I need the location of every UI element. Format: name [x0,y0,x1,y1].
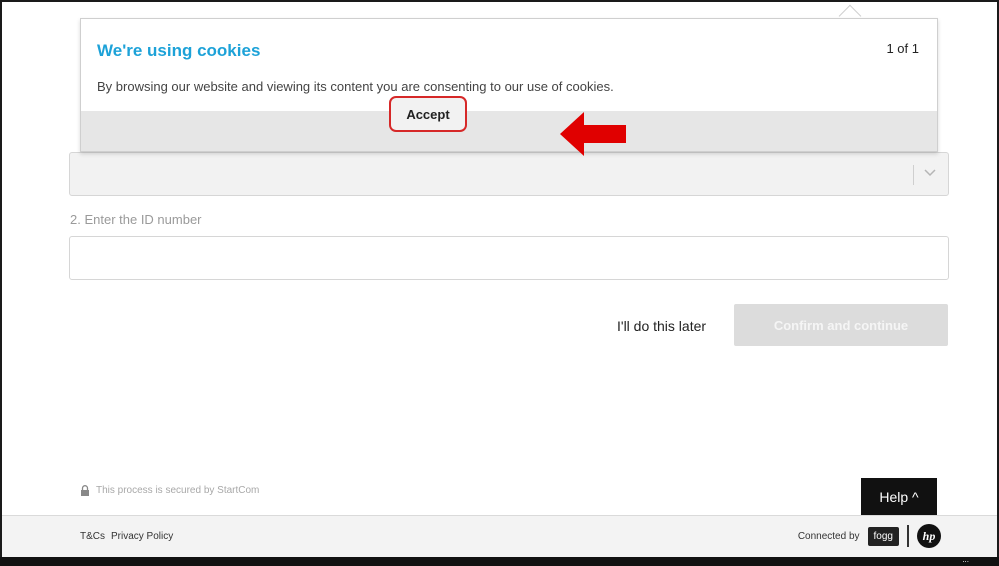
do-later-link[interactable]: I'll do this later [617,318,706,334]
taskbar: ... [0,556,999,566]
cookie-pager: 1 of 1 [886,41,919,56]
footer: T&Cs Privacy Policy Connected by fogg hp [2,515,997,557]
confirm-continue-button[interactable]: Confirm and continue [734,304,948,346]
document-type-select[interactable] [69,152,949,196]
accept-cookies-button[interactable]: Accept [389,96,467,132]
red-arrow-icon [560,112,626,156]
privacy-policy-link[interactable]: Privacy Policy [111,531,173,542]
tcs-link[interactable]: T&Cs [80,531,105,542]
select-divider [913,165,914,185]
id-number-input[interactable] [69,236,949,280]
logo-divider [907,525,909,547]
lock-icon [81,485,89,496]
chevron-down-icon [924,169,936,177]
help-button[interactable]: Help ^ [861,478,937,515]
cookie-message: By browsing our website and viewing its … [97,79,614,94]
fogg-logo: fogg [867,526,899,546]
connected-by-label: Connected by [797,530,860,542]
secure-note: This process is secured by StartCom [80,485,259,496]
connected-by: Connected by fogg hp [798,524,941,548]
hp-logo: hp [917,524,941,548]
cookie-title: We're using cookies [97,41,261,60]
cookie-action-bar [81,111,937,151]
cookie-banner: We're using cookies 1 of 1 By browsing o… [80,18,938,152]
footer-links: T&Cs Privacy Policy [80,531,173,542]
id-number-label: 2. Enter the ID number [70,212,202,227]
secure-note-text: This process is secured by StartCom [96,485,260,496]
more-dots-icon[interactable]: ... [962,556,969,564]
